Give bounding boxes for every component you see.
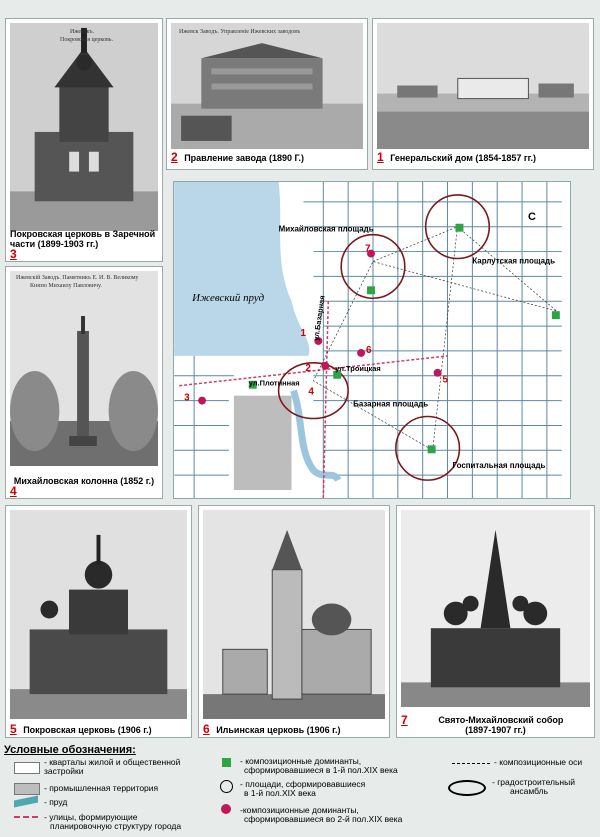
photo-caption: 7 Свято-Михайловский собор (1897-1907 гг… [401,713,590,735]
later-dominant-swatch [221,804,231,814]
map-legend: Условные обозначения: - кварталы жилой и… [0,742,600,837]
photo-number: 1 [377,150,384,164]
ensemble-swatch [448,780,486,796]
industrial-swatch [14,783,40,795]
blocks-swatch [14,762,40,774]
bazarnaya-square-label: Базарная площадь [353,400,428,409]
street-troitskaya-label: ул.Троицкая [335,364,381,373]
map-marker: 5 [443,375,449,386]
photo-number: 4 [10,484,17,498]
photo-inscription: Ижевск Заводъ. Управленiе Ижевских завод… [179,29,301,35]
photo-caption-text: Генеральский дом (1854-1857 гг.) [390,153,537,163]
photo-caption: Покровская церковь в Заречной части (189… [10,229,158,261]
map-marker: 6 [366,345,372,356]
photo-caption-text: (1897-1907 гг.) [465,725,526,735]
dominant-square-swatch [222,758,231,767]
photo-number: 7 [401,713,408,727]
photo-caption-text: Ильинская церковь (1906 г.) [216,725,341,735]
gospitalnaya-square-label: Госпитальная площадь [452,461,545,470]
photo-card-4: Ижевскiй Заводъ. Памятникъ Е. И. В. Вели… [5,266,163,499]
map-marker: 4 [308,387,314,398]
dominant-square [551,311,560,320]
column-photo: Ижевскiй Заводъ. Памятникъ Е. И. В. Вели… [10,271,158,466]
photo-inscription: Покровская церковь. [60,37,114,43]
city-plan-map: Ижевский пруд Михайловская площадь Карлу… [173,181,571,499]
legend-axes: - композиционные оси [494,757,583,767]
legend-title: Условные обозначения: [4,744,136,756]
photo-caption: 5 Покровская церковь (1906 г.) [10,722,187,736]
streets-swatch [14,816,38,818]
photo-caption-text: Покровская церковь в Заречной части (189… [10,229,156,249]
photo-caption: 2 Правление завода (1890 Г.) [171,150,363,164]
legend-streets: планировочную структуру города [50,821,182,831]
church-photo [203,510,385,719]
photo-inscription: Князю Михаилу Павловичу. [30,283,102,289]
map-marker: 7 [365,244,371,255]
industrial-area [233,395,292,491]
photo-card-5: 5 Покровская церковь (1906 г.) [5,505,192,738]
dominant-square [367,286,375,295]
generals-house-photo [377,23,589,149]
photo-number: 2 [171,150,178,164]
dominant-square [427,445,436,454]
map-marker: 2 [305,363,311,374]
legend-dominants-2: сформировавшиеся во 2-й пол.XIX века [244,814,403,824]
photo-inscription: Ижевскъ. [70,29,95,35]
photo-number: 3 [10,247,17,261]
axes-swatch [452,763,490,764]
photo-caption-text: Покровская церковь (1906 г.) [23,725,152,735]
legend-industrial: - промышленная территория [44,783,159,793]
photo-caption: 6 Ильинская церковь (1906 г.) [203,722,385,736]
map-marker: 3 [184,393,190,404]
pond-label: Ижевский пруд [191,292,265,304]
photo-inscription: Ижевскiй Заводъ. Памятникъ Е. И. В. Вели… [16,275,139,281]
photo-number: 6 [203,722,210,736]
legend-squares: в 1-й пол.XIX века [244,788,316,798]
street-plotinnaya-label: ул.Плотинная [249,379,300,388]
karlutskaya-square-label: Карлутская площадь [472,256,555,265]
photo-caption: Михайловская колонна (1852 г.) 4 [10,476,158,498]
mikhailovskaya-square-label: Михайловская площадь [279,225,374,234]
church-photo: Ижевскъ. Покровская церковь. [10,23,158,231]
dominant-square [455,223,464,232]
factory-building-photo: Ижевск Заводъ. Управленiе Ижевских завод… [171,23,363,149]
map-marker: 1 [300,328,306,339]
photo-caption-text: Свято-Михайловский собор [438,715,564,725]
legend-dominants-1: сформировавшиеся в 1-й пол.XIX века [244,765,398,775]
cathedral-photo [401,510,590,707]
north-arrow: С [528,211,536,223]
pond-swatch [14,795,38,808]
legend-ensemble: ансамбль [510,786,549,796]
square-circle-swatch [220,780,233,793]
legend-pond: - пруд [44,797,68,807]
photo-card-6: 6 Ильинская церковь (1906 г.) [198,505,390,738]
photo-number: 5 [10,722,17,736]
photo-card-3: Ижевскъ. Покровская церковь. Покровская … [5,18,163,262]
legend-blocks: - кварталы жилой и общественной застройк… [44,757,181,776]
photo-caption-text: Михайловская колонна (1852 г.) [13,476,155,486]
photo-card-1: 1 Генеральский дом (1854-1857 гг.) [372,18,594,170]
photo-caption: 1 Генеральский дом (1854-1857 гг.) [377,150,589,164]
church-photo [10,510,187,719]
photo-card-2: Ижевск Заводъ. Управленiе Ижевских завод… [166,18,368,170]
photo-caption-text: Правление завода (1890 Г.) [184,153,305,163]
photo-card-7: 7 Свято-Михайловский собор (1897-1907 гг… [396,505,595,738]
